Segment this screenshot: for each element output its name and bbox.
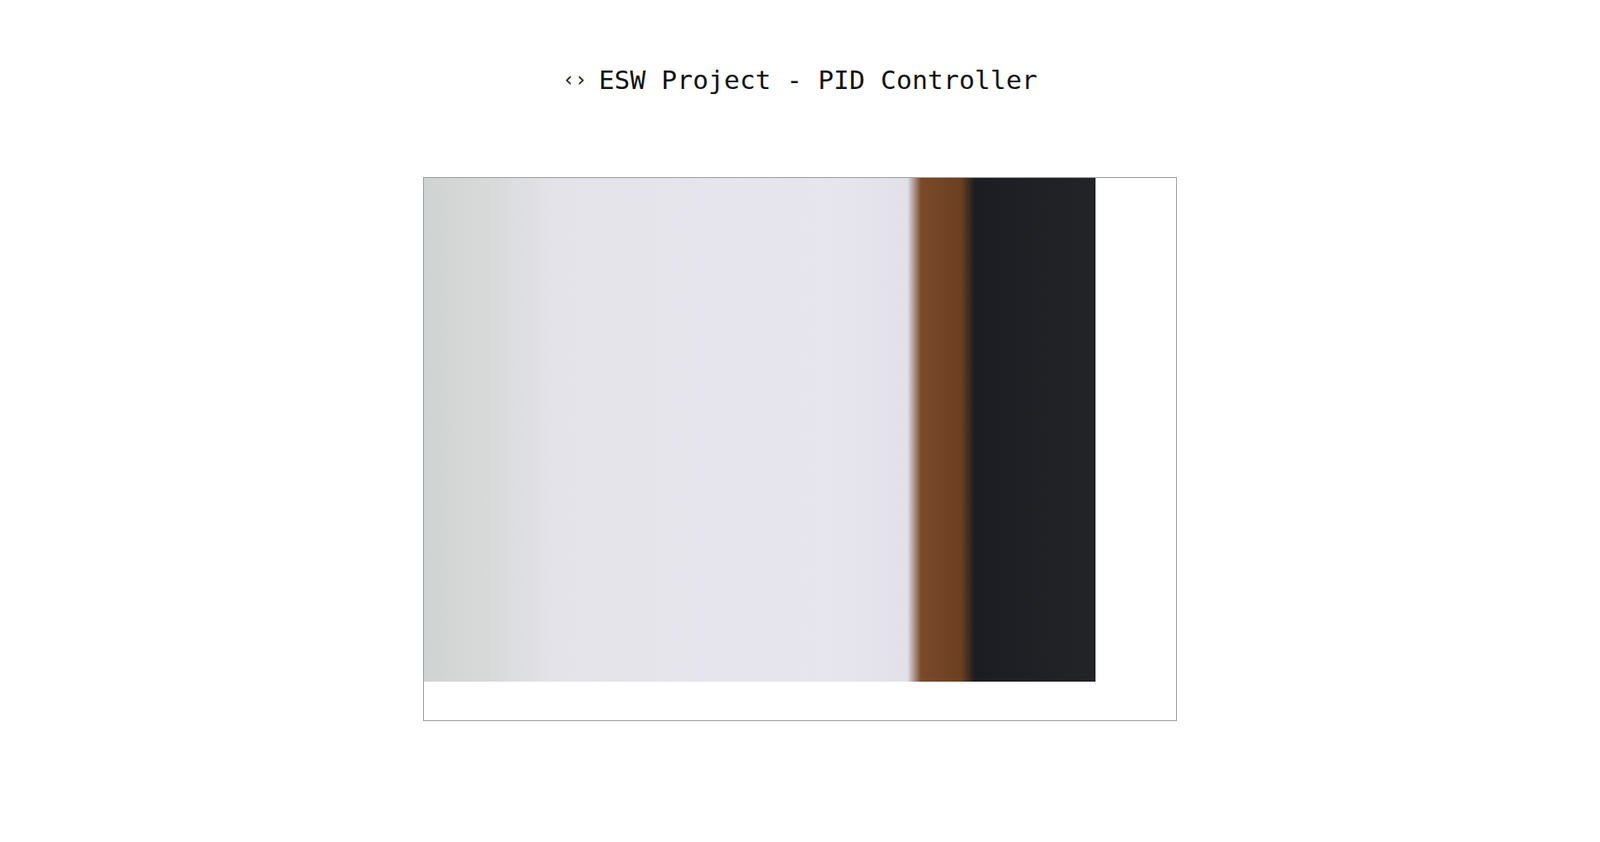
code-icon: ‹› [562, 69, 587, 90]
page: ‹› ESW Project - PID Controller [0, 0, 1600, 842]
page-title: ESW Project - PID Controller [598, 62, 1038, 97]
camera-feed [423, 177, 1096, 682]
video-frame [423, 177, 1177, 722]
page-header: ‹› ESW Project - PID Controller [562, 62, 1038, 98]
